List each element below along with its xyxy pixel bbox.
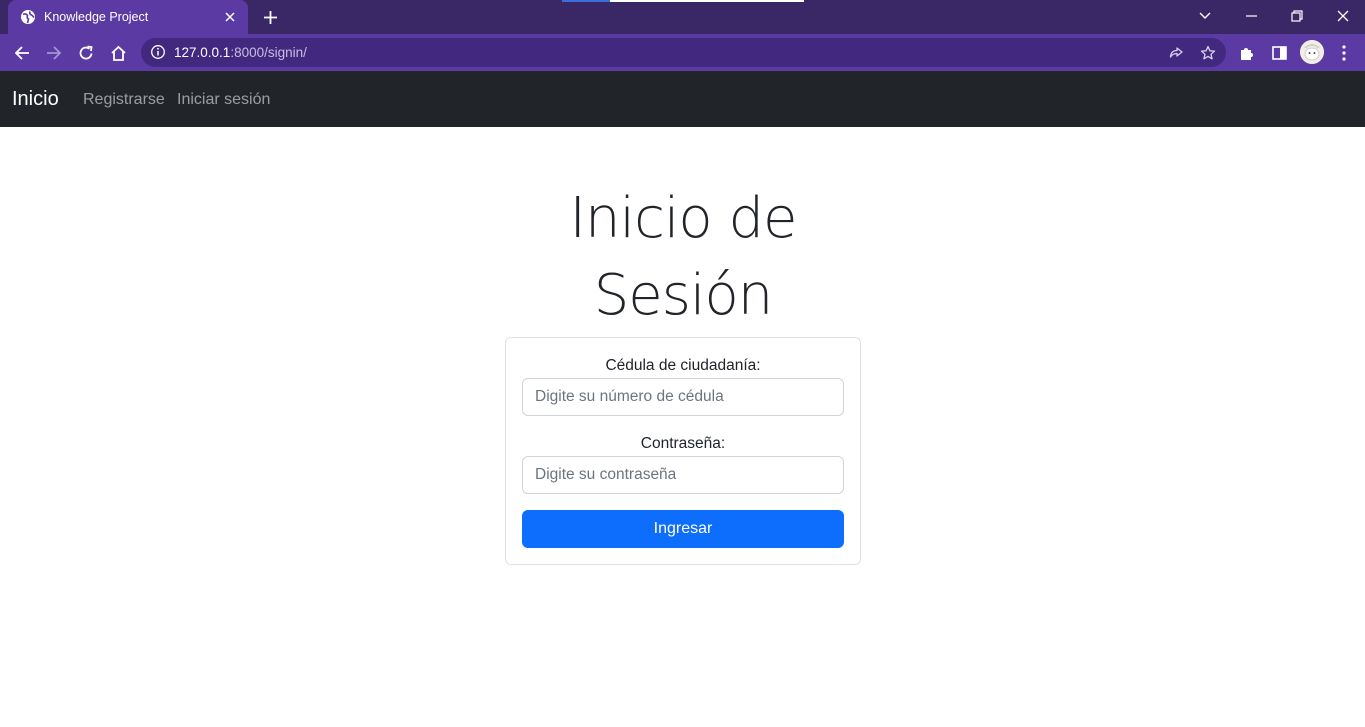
forward-arrow-icon[interactable] <box>41 40 67 66</box>
close-tab-icon[interactable] <box>222 9 238 25</box>
id-number-label: Cédula de ciudadanía: <box>605 357 761 374</box>
site-info-icon[interactable] <box>150 44 166 60</box>
submit-button[interactable]: Ingresar <box>522 510 844 548</box>
profile-avatar[interactable] <box>1300 40 1324 64</box>
reload-icon[interactable] <box>73 40 99 66</box>
page-title: Inicio de Sesión <box>483 180 883 334</box>
id-number-input[interactable] <box>522 378 844 416</box>
nav-link-register[interactable]: Registrarse <box>83 71 165 127</box>
new-tab-button[interactable] <box>258 5 282 29</box>
tab-title: Knowledge Project <box>44 10 149 24</box>
globe-icon <box>20 9 36 25</box>
signin-card: Cédula de ciudadanía: Contraseña: Ingres… <box>505 337 861 565</box>
page-load-indicator-track <box>610 0 804 2</box>
extensions-icon[interactable] <box>1234 40 1260 66</box>
address-bar[interactable]: 127.0.0.1:8000/signin/ <box>141 38 1226 67</box>
url-host: 127.0.0.1 <box>174 45 231 60</box>
password-label: Contraseña: <box>640 435 726 452</box>
navbar-brand-link[interactable]: Inicio <box>12 71 59 127</box>
browser-tab-strip: Knowledge Project <box>0 0 1365 34</box>
side-panel-icon[interactable] <box>1266 40 1292 66</box>
browser-tab[interactable]: Knowledge Project <box>8 0 248 34</box>
page-load-indicator <box>562 0 610 2</box>
page-title-line-2: Sesión <box>593 263 773 328</box>
back-arrow-icon[interactable] <box>9 40 35 66</box>
site-navbar: Inicio Registrarse Iniciar sesión <box>0 71 1365 127</box>
home-icon[interactable] <box>105 40 131 66</box>
share-icon[interactable] <box>1166 43 1186 63</box>
browser-menu-icon[interactable] <box>1331 40 1357 66</box>
nav-link-sign-in[interactable]: Iniciar sesión <box>177 71 270 127</box>
url-text[interactable]: 127.0.0.1:8000/signin/ <box>174 38 307 67</box>
page-title-line-1: Inicio de <box>569 186 798 251</box>
password-input[interactable] <box>522 456 844 494</box>
url-path: :8000/signin/ <box>230 45 307 60</box>
tab-search-icon[interactable] <box>1191 3 1219 29</box>
minimize-icon[interactable] <box>1237 3 1265 29</box>
close-window-icon[interactable] <box>1329 3 1357 29</box>
restore-window-icon[interactable] <box>1283 3 1311 29</box>
bookmark-star-icon[interactable] <box>1198 43 1218 63</box>
